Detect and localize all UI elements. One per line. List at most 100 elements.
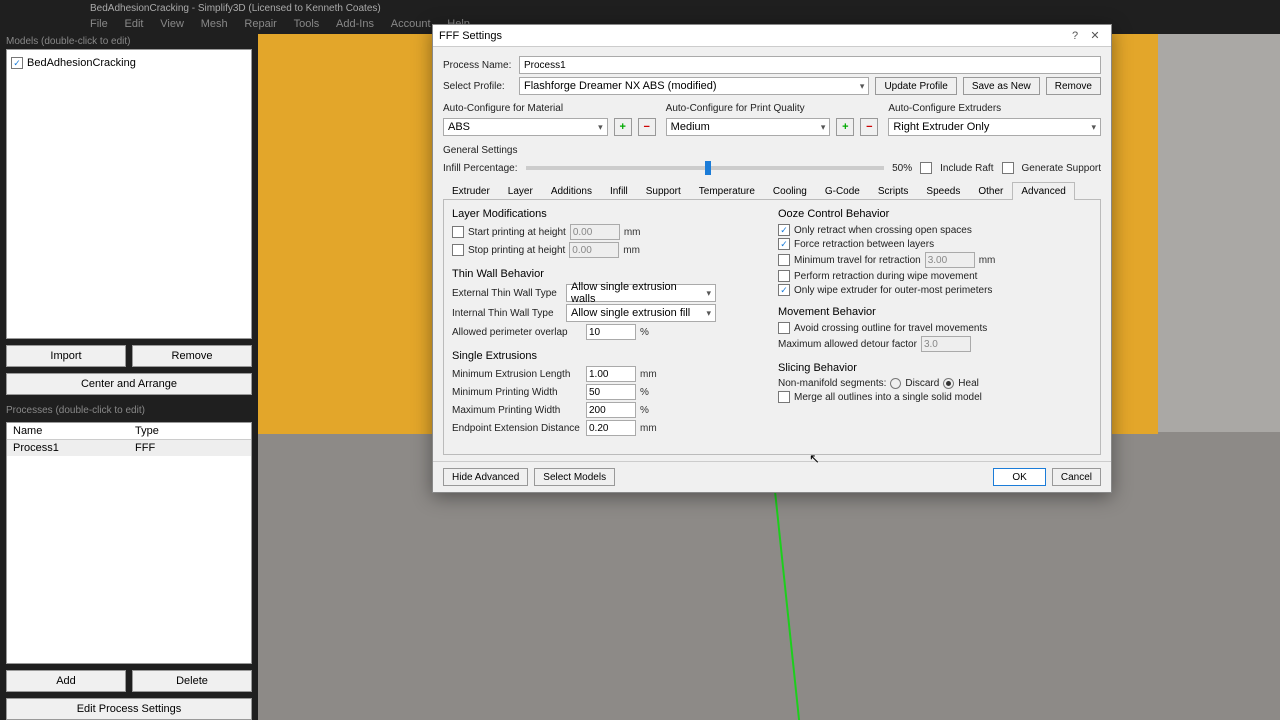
hide-advanced-button[interactable]: Hide Advanced [443, 468, 528, 486]
update-profile-button[interactable]: Update Profile [875, 77, 956, 95]
retract-open-checkbox[interactable] [778, 224, 790, 236]
quality-select[interactable]: Medium [666, 118, 831, 136]
material-select[interactable]: ABS [443, 118, 608, 136]
col-name: Name [7, 423, 129, 439]
profile-select[interactable]: Flashforge Dreamer NX ABS (modified) [519, 77, 869, 95]
force-retract-checkbox[interactable] [778, 238, 790, 250]
retract-wipe-checkbox[interactable] [778, 270, 790, 282]
select-models-button[interactable]: Select Models [534, 468, 615, 486]
max-w-input[interactable]: 200 [586, 402, 636, 418]
ok-button[interactable]: OK [993, 468, 1045, 486]
processes-table[interactable]: Name Type Process1 FFF [6, 422, 252, 664]
overlap-input[interactable]: 10 [586, 324, 636, 340]
processes-label: Processes (double-click to edit) [6, 405, 252, 416]
tab-scripts[interactable]: Scripts [869, 182, 918, 200]
material-remove-icon[interactable]: − [638, 118, 656, 136]
discard-radio[interactable] [890, 378, 901, 389]
auto-extruders-label: Auto-Configure Extruders [888, 103, 1101, 114]
min-travel-checkbox[interactable] [778, 254, 790, 266]
tab-temperature[interactable]: Temperature [690, 182, 764, 200]
extruders-select[interactable]: Right Extruder Only [888, 118, 1101, 136]
stop-height-label: Stop printing at height [468, 245, 565, 256]
start-height-label: Start printing at height [468, 227, 566, 238]
menu-mesh[interactable]: Mesh [201, 18, 228, 30]
start-height-input[interactable]: 0.00 [570, 224, 620, 240]
min-w-label: Minimum Printing Width [452, 387, 582, 398]
min-travel-input[interactable]: 3.00 [925, 252, 975, 268]
ooze-title: Ooze Control Behavior [778, 208, 1092, 220]
add-process-button[interactable]: Add [6, 670, 126, 692]
thin-wall-title: Thin Wall Behavior [452, 268, 766, 280]
model-item[interactable]: BedAdhesionCracking [11, 57, 247, 69]
include-raft-checkbox[interactable] [920, 162, 932, 174]
models-label: Models (double-click to edit) [6, 36, 252, 47]
int-thin-select[interactable]: Allow single extrusion fill [566, 304, 716, 322]
include-raft-label: Include Raft [940, 163, 993, 174]
help-icon[interactable]: ? [1065, 30, 1085, 42]
single-ext-title: Single Extrusions [452, 350, 766, 362]
menu-account[interactable]: Account [391, 18, 431, 30]
start-height-checkbox[interactable] [452, 226, 464, 238]
material-add-icon[interactable]: + [614, 118, 632, 136]
generate-support-checkbox[interactable] [1002, 162, 1014, 174]
import-button[interactable]: Import [6, 345, 126, 367]
ext-thin-select[interactable]: Allow single extrusion walls [566, 284, 716, 302]
ext-dist-label: Endpoint Extension Distance [452, 423, 582, 434]
ext-thin-label: External Thin Wall Type [452, 288, 562, 299]
save-as-new-button[interactable]: Save as New [963, 77, 1040, 95]
delete-process-button[interactable]: Delete [132, 670, 252, 692]
app-title: BedAdhesionCracking - Simplify3D (Licens… [0, 0, 1280, 18]
tab-advanced[interactable]: Advanced [1012, 182, 1074, 200]
remove-profile-button[interactable]: Remove [1046, 77, 1101, 95]
quality-remove-icon[interactable]: − [860, 118, 878, 136]
model-checkbox[interactable] [11, 57, 23, 69]
models-list[interactable]: BedAdhesionCracking [6, 49, 252, 339]
tab-cooling[interactable]: Cooling [764, 182, 816, 200]
cancel-button[interactable]: Cancel [1052, 468, 1101, 486]
tab-layer[interactable]: Layer [499, 182, 542, 200]
min-w-input[interactable]: 50 [586, 384, 636, 400]
heal-radio[interactable] [943, 378, 954, 389]
detour-input[interactable]: 3.0 [921, 336, 971, 352]
tab-extruder[interactable]: Extruder [443, 182, 499, 200]
menu-edit[interactable]: Edit [125, 18, 144, 30]
wipe-outer-checkbox[interactable] [778, 284, 790, 296]
general-settings-label: General Settings [443, 145, 1101, 156]
infill-label: Infill Percentage: [443, 163, 518, 174]
overlap-label: Allowed perimeter overlap [452, 327, 582, 338]
ext-dist-input[interactable]: 0.20 [586, 420, 636, 436]
center-arrange-button[interactable]: Center and Arrange [6, 373, 252, 395]
tab-infill[interactable]: Infill [601, 182, 637, 200]
slicing-title: Slicing Behavior [778, 362, 1092, 374]
model-name: BedAdhesionCracking [27, 57, 136, 69]
menu-repair[interactable]: Repair [244, 18, 276, 30]
menu-file[interactable]: File [90, 18, 108, 30]
edit-process-button[interactable]: Edit Process Settings [6, 698, 252, 720]
menu-view[interactable]: View [160, 18, 184, 30]
auto-material-label: Auto-Configure for Material [443, 103, 656, 114]
dialog-title: FFF Settings [439, 30, 502, 42]
close-icon[interactable]: ✕ [1085, 29, 1105, 42]
auto-quality-label: Auto-Configure for Print Quality [666, 103, 879, 114]
infill-slider[interactable] [526, 166, 885, 170]
merge-outlines-checkbox[interactable] [778, 391, 790, 403]
int-thin-label: Internal Thin Wall Type [452, 308, 562, 319]
min-len-input[interactable]: 1.00 [586, 366, 636, 382]
stop-height-checkbox[interactable] [452, 244, 464, 256]
tab-support[interactable]: Support [637, 182, 690, 200]
menu-tools[interactable]: Tools [294, 18, 320, 30]
min-len-label: Minimum Extrusion Length [452, 369, 582, 380]
stop-height-input[interactable]: 0.00 [569, 242, 619, 258]
tab-speeds[interactable]: Speeds [917, 182, 969, 200]
process-row[interactable]: Process1 FFF [7, 440, 251, 456]
layer-mod-title: Layer Modifications [452, 208, 766, 220]
quality-add-icon[interactable]: + [836, 118, 854, 136]
process-name-label: Process Name: [443, 60, 513, 71]
tab-gcode[interactable]: G-Code [816, 182, 869, 200]
avoid-cross-checkbox[interactable] [778, 322, 790, 334]
menu-addins[interactable]: Add-Ins [336, 18, 374, 30]
remove-button[interactable]: Remove [132, 345, 252, 367]
tab-other[interactable]: Other [969, 182, 1012, 200]
tab-additions[interactable]: Additions [542, 182, 601, 200]
process-name-input[interactable] [519, 56, 1101, 74]
